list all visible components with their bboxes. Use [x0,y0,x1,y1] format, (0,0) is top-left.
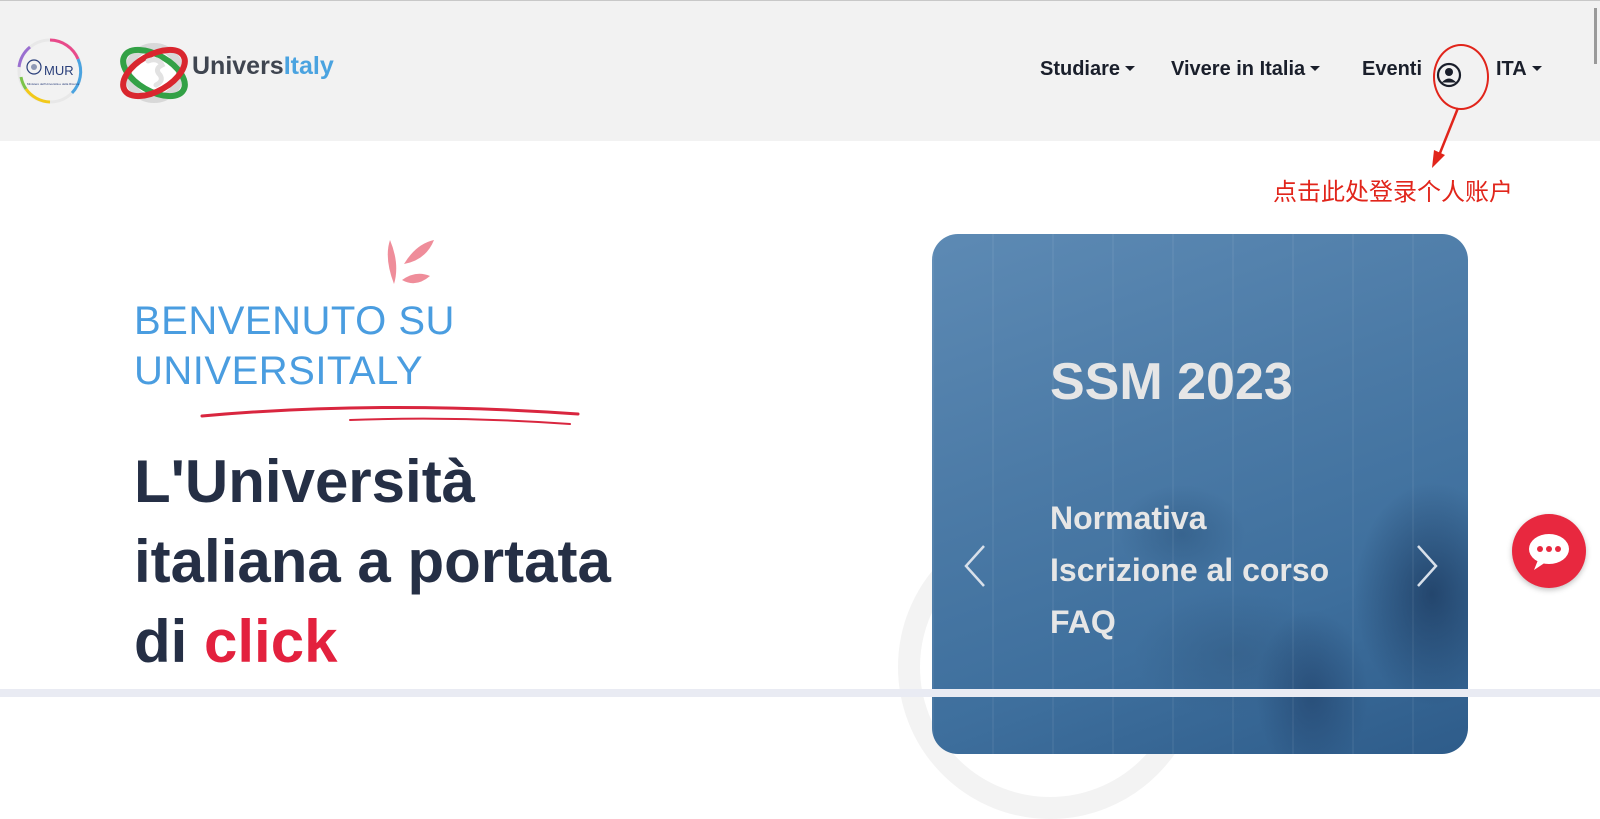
nav-vivere-in-italia[interactable]: Vivere in Italia [1171,58,1321,81]
wordmark-part2: Italy [283,52,334,80]
chat-bubble-icon [1529,534,1569,570]
chat-button[interactable] [1512,514,1586,588]
hero-carousel: SSM 2023 Normativa Iscrizione al corso F… [932,234,1468,754]
mur-logo-subtitle: Ministero dell'Università e della Ricerc… [27,82,80,86]
nav-studiare[interactable]: Studiare [1040,58,1136,81]
caret-down-icon [1125,66,1136,71]
welcome-line-1: BENVENUTO SU [134,299,455,343]
chevron-left-icon[interactable] [960,542,988,590]
annotation-text: 点击此处登录个人账户 [1273,178,1513,206]
annotation-highlight-circle [1433,44,1489,110]
annotation-arrow-icon [1432,107,1460,168]
headline-line-3-prefix: di [134,608,204,675]
language-selector[interactable]: ITA [1496,58,1542,81]
nav-studiare-label: Studiare [1040,58,1121,80]
slide-link-normativa[interactable]: Normativa [1050,500,1207,537]
headline-line-1: L'Università [134,448,476,515]
headline-accent-click: click [204,608,338,675]
slide-title: SSM 2023 [1050,353,1293,411]
language-label: ITA [1496,58,1527,80]
wordmark-part1: Univers [192,52,284,80]
splash-decoration-icon [387,240,434,284]
caret-down-icon [1531,66,1542,71]
underline-swoosh-decoration [200,405,580,425]
welcome-heading: BENVENUTO SU UNIVERSITALY [134,296,614,396]
caret-down-icon [1310,66,1321,71]
slide-link-faq[interactable]: FAQ [1050,604,1116,641]
slide-link-iscrizione[interactable]: Iscrizione al corso [1050,552,1329,589]
hero-headline: L'Università italiana a portata di click [134,442,734,682]
universitaly-wordmark: UniversItaly [192,52,334,81]
bottom-edge-bar [0,689,1600,697]
nav-eventi-label: Eventi [1362,58,1423,80]
nav-eventi[interactable]: Eventi [1362,58,1422,81]
welcome-line-2: UNIVERSITALY [134,349,424,393]
universitaly-logo-icon [120,43,188,103]
mur-logo-text: MUR [44,63,74,78]
headline-line-2: italiana a portata [134,528,611,595]
chevron-right-icon[interactable] [1414,542,1442,590]
site-header: MUR Ministero dell'Università e della Ri… [0,1,1600,141]
headline-line-3: di click [134,602,734,682]
scrollbar-thumb[interactable] [1594,8,1597,64]
nav-vivere-label: Vivere in Italia [1171,58,1306,80]
